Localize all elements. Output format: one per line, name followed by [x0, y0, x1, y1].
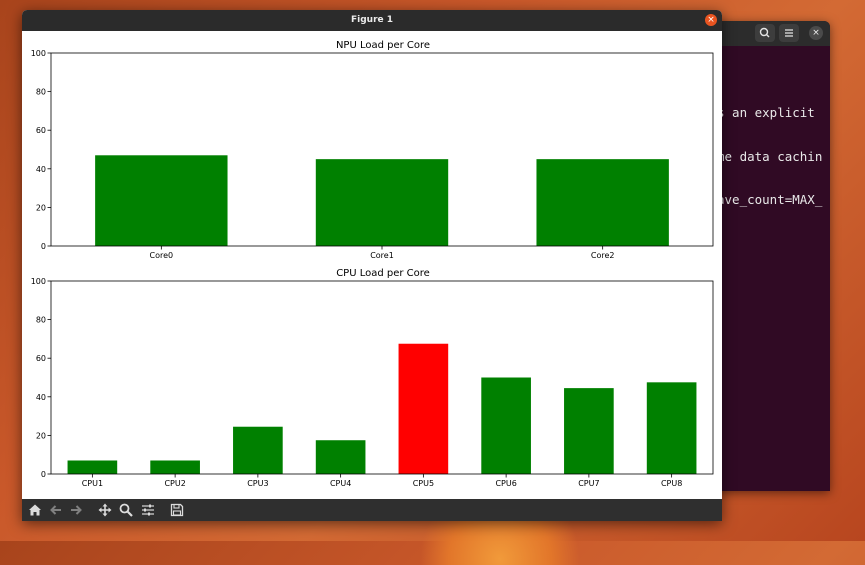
zoom-magnifier-icon[interactable]: [117, 501, 135, 519]
title-bar[interactable]: Figure 1 ×: [22, 10, 722, 31]
y-tick-label: 20: [36, 431, 46, 440]
chart-cpu: CPU Load per Core 020406080100 CPU1 CPU2 C…: [31, 268, 714, 488]
terminal-output: s an explicit me data cachin ave_count=M…: [717, 77, 822, 237]
x-tick-label: CPU7: [578, 479, 599, 488]
y-tick-label: 0: [41, 242, 46, 251]
bar-cpu2: [150, 460, 200, 474]
bar-core2: [536, 159, 669, 246]
y-tick-label: 80: [36, 88, 46, 97]
home-icon[interactable]: [26, 501, 44, 519]
bar-group: [67, 343, 697, 474]
bar-cpu4: [315, 440, 366, 474]
bar-cpu8: [646, 382, 697, 474]
bar-group: [95, 155, 669, 246]
bar-cpu5: [398, 343, 449, 474]
x-tick-label: Core0: [150, 251, 174, 260]
plots-svg: NPU Load per Core 020406080100 Core0 Core…: [31, 40, 714, 488]
x-tick-label: CPU3: [247, 479, 268, 488]
x-tick-label: CPU8: [661, 479, 682, 488]
terminal-close-button[interactable]: ×: [809, 26, 823, 40]
y-tick-label: 60: [36, 126, 46, 135]
terminal-line: me data cachin: [717, 148, 823, 164]
x-tick-label: CPU4: [330, 479, 351, 488]
x-tick-label: CPU2: [164, 479, 185, 488]
terminal-line: s an explicit: [717, 105, 815, 120]
y-tick-label: 40: [36, 393, 46, 402]
back-arrow-icon[interactable]: [47, 501, 65, 519]
bar-core0: [95, 155, 228, 246]
chart-title: CPU Load per Core: [336, 268, 430, 279]
bar-cpu6: [481, 377, 531, 474]
window-title: Figure 1: [350, 15, 394, 25]
chart-npu: NPU Load per Core 020406080100 Core0 Core…: [31, 40, 714, 260]
pan-move-icon[interactable]: [96, 501, 114, 519]
y-tick-label: 60: [36, 354, 46, 363]
y-axis: 0 20 40 60 80 100: [31, 277, 51, 479]
bar-cpu1: [67, 460, 118, 474]
x-tick-label: CPU6: [495, 479, 516, 488]
bar-cpu7: [564, 388, 614, 474]
x-tick-label: CPU5: [413, 479, 434, 488]
y-tick-label: 40: [36, 165, 46, 174]
y-tick-label: 80: [36, 316, 46, 325]
plot-canvas[interactable]: NPU Load per Core 0 20 40 60 80 100 Core0 Core…: [22, 31, 722, 499]
terminal-line: ave_count=MAX_: [717, 192, 823, 207]
y-tick-label: 100: [31, 49, 46, 58]
x-tick-label: Core1: [370, 251, 394, 260]
figure-window[interactable]: Figure 1 × NPU Load per Core 0 20 40 60 80 10…: [22, 10, 722, 521]
configure-subplots-icon[interactable]: [139, 501, 157, 519]
chart-title: NPU Load per Core: [336, 40, 430, 51]
forward-arrow-icon[interactable]: [67, 501, 85, 519]
hamburger-menu-icon[interactable]: [779, 24, 799, 42]
save-floppy-icon[interactable]: [168, 501, 186, 519]
x-axis: CPU1 CPU2 CPU3 CPU4 CPU5 CPU6 CPU7 CPU8: [82, 474, 682, 488]
search-icon[interactable]: [755, 24, 775, 42]
x-tick-label: Core2: [591, 251, 615, 260]
navigation-toolbar: [22, 499, 722, 521]
y-tick-label: 0: [41, 470, 46, 479]
y-tick-label: 20: [36, 203, 46, 212]
close-button[interactable]: ×: [705, 14, 717, 26]
bar-cpu3: [233, 426, 283, 474]
x-axis: Core0 Core1 Core2: [150, 246, 615, 260]
bar-core1: [315, 159, 449, 246]
x-tick-label: CPU1: [82, 479, 103, 488]
y-axis: 0 20 40 60 80 100: [31, 49, 51, 251]
y-tick-label: 100: [31, 277, 46, 286]
